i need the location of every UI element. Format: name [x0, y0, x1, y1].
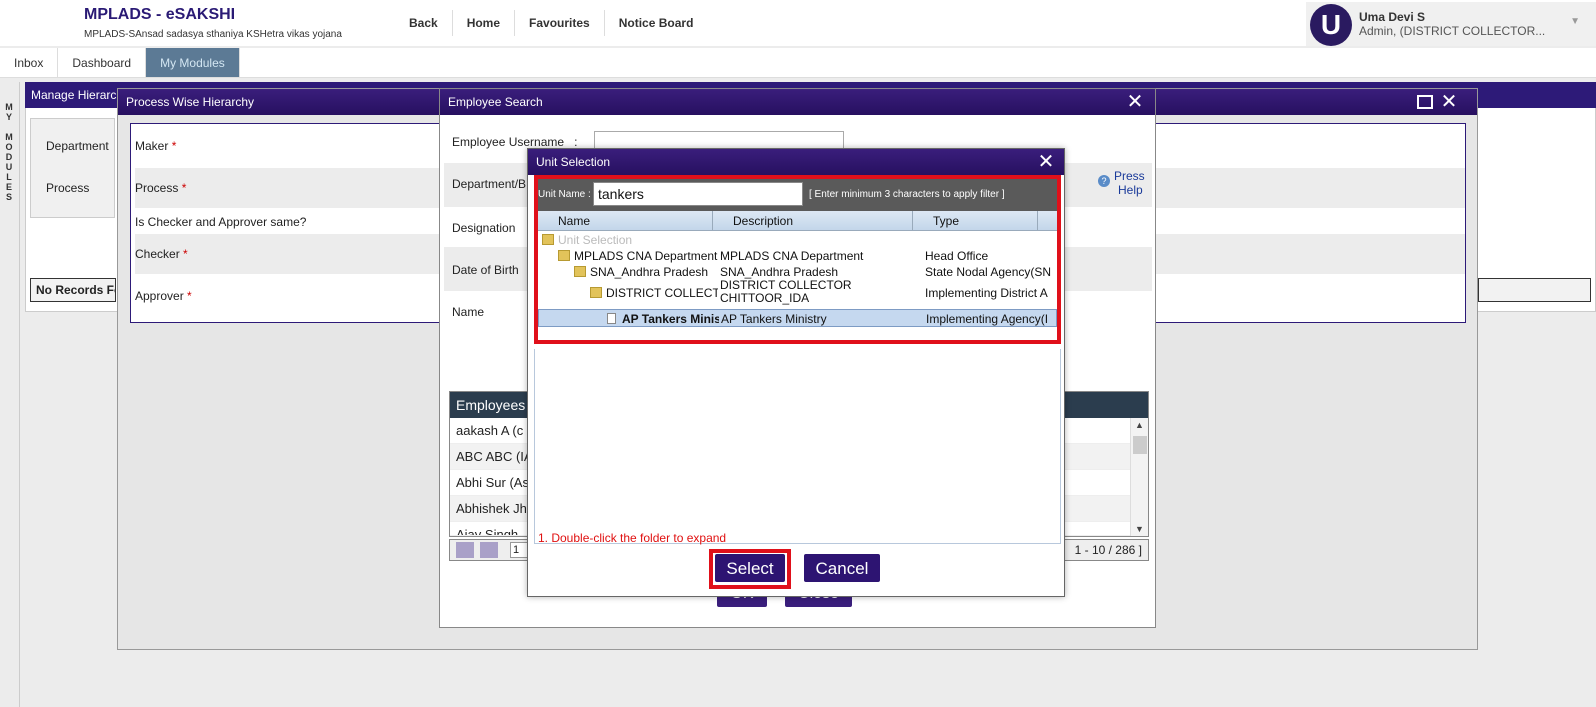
user-role: Admin, (DISTRICT COLLECTOR... [1359, 24, 1546, 38]
top-nav: Back Home Favourites Notice Board [395, 10, 707, 36]
maker-label: Maker [135, 139, 169, 153]
dob-label: Date of Birth [452, 263, 519, 277]
tab-inbox[interactable]: Inbox [0, 48, 59, 77]
label-colon: : [574, 135, 578, 149]
user-menu[interactable]: U Uma Devi S Admin, (DISTRICT COLLECTOR.… [1306, 2, 1596, 46]
tab-dashboard[interactable]: Dashboard [58, 48, 147, 77]
brand: MPLADS - eSAKSHI MPLADS-SAnsad sadasya s… [84, 6, 342, 40]
help-line2: Help [1118, 183, 1143, 197]
chevron-down-icon[interactable]: ▼ [1570, 16, 1580, 27]
avatar: U [1310, 4, 1352, 46]
record-count: 1 - 10 / 286 ] [1074, 543, 1142, 557]
process-label: Process [46, 181, 90, 195]
required-mark: * [187, 289, 192, 303]
name-label: Name [452, 305, 485, 319]
prev-page-icon[interactable] [480, 542, 498, 558]
help-icon: ? [1098, 175, 1110, 187]
sidebar-label: MY MODULES [5, 102, 13, 202]
no-records-message: No Records Fo [30, 278, 116, 302]
nav-home[interactable]: Home [453, 10, 516, 36]
employee-dialog-title: Employee Search [440, 89, 1155, 115]
app-header: MPLADS - eSAKSHI MPLADS-SAnsad sadasya s… [0, 0, 1596, 46]
records-bar-end [1478, 278, 1591, 302]
close-icon[interactable]: ✕ [1036, 152, 1056, 172]
employee-username-text: Employee Username [452, 135, 565, 149]
department-label: Department/B [452, 177, 527, 191]
process-label: Process [135, 181, 179, 195]
scroll-thumb[interactable] [1133, 436, 1147, 454]
grid-scrollbar[interactable]: ▲ ▼ [1130, 418, 1148, 536]
designation-label: Designation [452, 221, 516, 235]
close-icon[interactable]: ✕ [1439, 92, 1459, 112]
checker-same-label: Is Checker and Approver same? [135, 215, 307, 229]
maximize-icon[interactable] [1417, 95, 1433, 109]
nav-favourites[interactable]: Favourites [515, 10, 605, 36]
user-info: Uma Devi S Admin, (DISTRICT COLLECTOR... [1359, 10, 1545, 38]
required-mark: * [183, 247, 188, 261]
required-mark: * [171, 139, 177, 153]
unit-dialog-title: Unit Selection [528, 149, 1064, 175]
unit-selection-dialog: Unit Selection ✕ Unit Name : tankers [ E… [527, 148, 1065, 597]
checker-label: Checker [135, 247, 180, 261]
expand-note: 1. Double-click the folder to expand [538, 531, 727, 545]
highlight-box [534, 175, 1061, 344]
first-page-icon[interactable] [456, 542, 474, 558]
scroll-up-icon[interactable]: ▲ [1135, 420, 1144, 430]
user-name: Uma Devi S [1359, 10, 1426, 24]
app-subtitle: MPLADS-SAnsad sadasya sthaniya KSHetra v… [84, 29, 342, 40]
employee-username-label: Employee Username : [452, 135, 577, 149]
manage-filters: Department Process [30, 118, 115, 218]
app-title: MPLADS - eSAKSHI [84, 6, 236, 23]
approver-label: Approver [135, 289, 184, 303]
help-link[interactable]: ? Press Help [1098, 169, 1145, 197]
main-tabs: Inbox Dashboard My Modules [0, 48, 1596, 78]
required-mark: * [181, 181, 187, 195]
tree-empty-area [534, 349, 1061, 544]
close-icon[interactable]: ✕ [1125, 92, 1145, 112]
tab-my-modules[interactable]: My Modules [146, 48, 240, 77]
cancel-button[interactable]: Cancel [803, 553, 881, 583]
help-line1: Press [1114, 169, 1145, 183]
nav-notice-board[interactable]: Notice Board [605, 10, 708, 36]
department-label: Department [46, 139, 109, 153]
scroll-down-icon[interactable]: ▼ [1135, 524, 1144, 534]
nav-back[interactable]: Back [395, 10, 453, 36]
select-button[interactable]: Select [714, 553, 786, 583]
modules-sidebar[interactable]: MY MODULES [0, 82, 20, 707]
help-text: Press Help [1114, 169, 1145, 197]
